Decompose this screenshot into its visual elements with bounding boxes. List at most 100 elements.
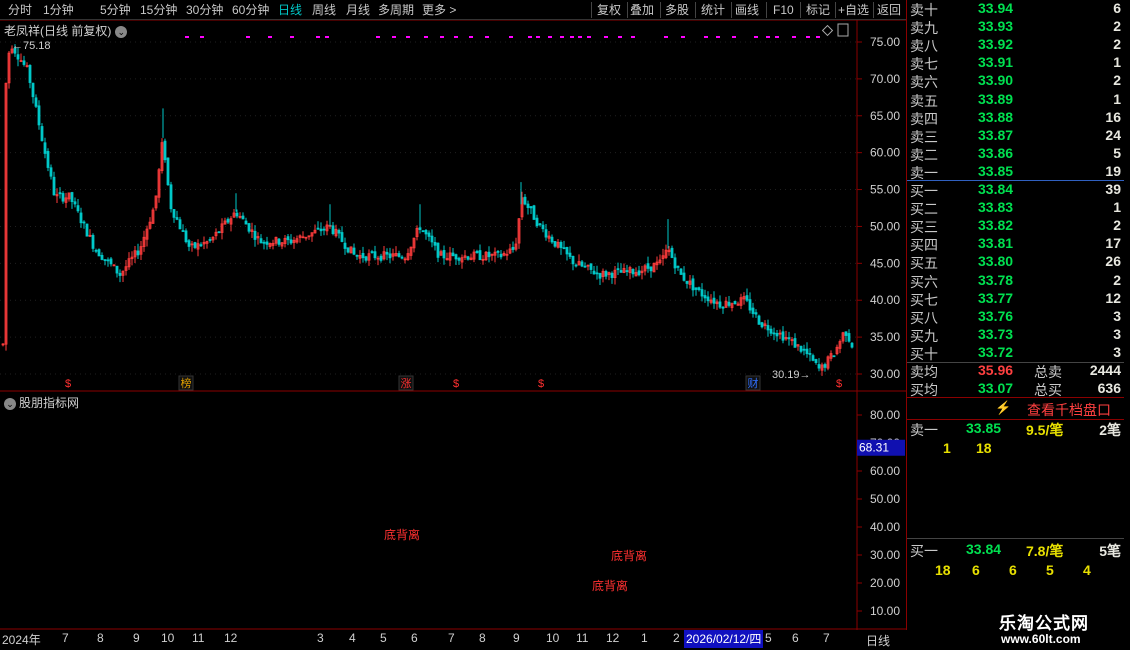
buy-level-row[interactable]: 买八 33.76 3 (909, 308, 1123, 326)
level-price: 33.80 (978, 253, 1014, 270)
candle-body (571, 255, 575, 265)
price-tick-label: 75.00 (870, 35, 900, 49)
candle-body (466, 256, 470, 260)
back-button[interactable]: 返回 (877, 1, 901, 19)
statistics-button[interactable]: 统计 (701, 1, 725, 19)
level-volume: 1 (1113, 199, 1121, 216)
date-tick-label: 5 (380, 631, 387, 645)
signal-dash (618, 36, 622, 38)
chevron-down-icon[interactable]: ⌄ (115, 25, 128, 38)
level-label: 卖九 (910, 20, 938, 37)
period-tab-multi[interactable]: 多周期 (378, 1, 414, 19)
period-tab-1min[interactable]: 1分钟 (43, 1, 74, 19)
candle-body (565, 246, 569, 255)
add-watchlist-button[interactable]: +自选 (838, 1, 869, 19)
kline-chart-panel[interactable]: 75.00 70.00 65.00 60.00 55.00 50.00 45.00 40.00… (0, 20, 906, 630)
sell-level-row[interactable]: 卖二 33.86 5 (909, 145, 1123, 163)
buy-level-row[interactable]: 买十 33.72 3 (909, 344, 1123, 362)
toolbar-divider (731, 2, 732, 18)
level-label: 买四 (910, 237, 938, 254)
candle-body (277, 238, 281, 245)
candle-body (49, 167, 53, 177)
candle-body (745, 295, 749, 301)
sell-level-row[interactable]: 卖七 33.91 1 (909, 54, 1123, 72)
order-size: 18 (976, 440, 992, 456)
candle-body (553, 241, 557, 247)
diamond-icon (821, 24, 834, 37)
detail-per-order: 9.5/笔 (1026, 422, 1064, 438)
period-tab-monthly[interactable]: 月线 (346, 1, 370, 19)
sell-level-row[interactable]: 卖八 33.92 2 (909, 36, 1123, 54)
period-tab-daily[interactable]: 日线 (278, 1, 302, 19)
sell-level-row[interactable]: 卖四 33.88 16 (909, 109, 1123, 127)
buy-level-row[interactable]: 买六 33.78 2 (909, 272, 1123, 290)
thousand-depth-button[interactable]: ⚡ 查看千档盘口 (907, 398, 1125, 420)
date-tick-label: 10 (546, 631, 560, 645)
candle-body (346, 247, 350, 253)
event-marker: $ (836, 378, 842, 390)
event-marker: 涨 (401, 377, 412, 390)
candle-body (544, 229, 548, 238)
buy-level-row[interactable]: 买五 33.80 26 (909, 253, 1123, 271)
buy-level-row[interactable]: 买四 33.81 17 (909, 235, 1123, 253)
level-label: 卖三 (910, 128, 938, 145)
total-volume: 636 (1097, 380, 1121, 396)
candle-body (31, 82, 35, 98)
chevron-down-icon[interactable]: ⌄ (4, 397, 16, 410)
level-price: 33.89 (978, 90, 1014, 107)
period-tab-15min[interactable]: 15分钟 (140, 1, 177, 19)
mark-button[interactable]: 标记 (806, 1, 830, 19)
detail-label: 卖一 (910, 422, 938, 438)
candle-body (163, 140, 167, 161)
candle-body (115, 265, 119, 274)
candle-body (43, 142, 47, 154)
sell-level-row[interactable]: 卖六 33.90 2 (909, 72, 1123, 90)
level-label: 买六 (910, 273, 938, 290)
buy-level-row[interactable]: 买七 33.77 12 (909, 290, 1123, 308)
toolbar-divider (800, 2, 801, 18)
price-tick-label: 50.00 (870, 219, 900, 233)
signal-dash (587, 36, 591, 38)
sell-level-row[interactable]: 卖五 33.89 1 (909, 91, 1123, 109)
overlay-button[interactable]: 叠加 (630, 1, 654, 19)
candle-body (529, 206, 533, 209)
candle-body (793, 338, 797, 348)
draw-line-button[interactable]: 画线 (735, 1, 759, 19)
sell-level-row[interactable]: 卖一 33.85 19 (909, 163, 1123, 181)
period-tab-weekly[interactable]: 周线 (312, 1, 336, 19)
f10-button[interactable]: F10 (773, 1, 794, 19)
period-tab-60min[interactable]: 60分钟 (232, 1, 269, 19)
adjust-button[interactable]: 复权 (597, 1, 621, 19)
buy-level-row[interactable]: 买三 33.82 2 (909, 217, 1123, 235)
level-price: 33.87 (978, 126, 1014, 143)
candle-body (109, 258, 113, 265)
signal-dash (578, 36, 582, 38)
sell-level-row[interactable]: 卖三 33.87 24 (909, 127, 1123, 145)
detail-count: 2笔 (1099, 422, 1121, 438)
candle-body (259, 238, 263, 244)
period-tab-30min[interactable]: 30分钟 (186, 1, 223, 19)
more-periods-button[interactable]: 更多 > (422, 1, 456, 19)
candle-body (679, 268, 683, 275)
candle-body (718, 301, 722, 308)
signal-dash (536, 36, 540, 38)
buy-level-row[interactable]: 买九 33.73 3 (909, 326, 1123, 344)
multi-stock-button[interactable]: 多股 (665, 1, 689, 19)
candle-body (487, 251, 491, 258)
signal-dash (509, 36, 513, 38)
period-tab-5min[interactable]: 5分钟 (100, 1, 131, 19)
signal-dash (325, 36, 329, 38)
buy-level-row[interactable]: 买一 33.84 39 (909, 181, 1123, 199)
indicator-tick-label: 80.00 (870, 408, 900, 422)
price-tick-label: 65.00 (870, 109, 900, 123)
toolbar-divider (627, 2, 628, 18)
kline-chart-svg[interactable]: 75.00 70.00 65.00 60.00 55.00 50.00 45.00 40.00… (0, 20, 906, 630)
price-tick-label: 60.00 (870, 146, 900, 160)
level-volume: 2 (1113, 72, 1121, 89)
price-tick-label: 70.00 (870, 72, 900, 86)
sell-level-row[interactable]: 卖九 33.93 2 (909, 18, 1123, 36)
sell-level-row[interactable]: 卖十 33.94 6 (909, 0, 1123, 18)
period-tab-timeshare[interactable]: 分时 (8, 1, 32, 19)
buy-level-row[interactable]: 买二 33.83 1 (909, 199, 1123, 217)
detail-per-order: 7.8/笔 (1026, 543, 1064, 559)
